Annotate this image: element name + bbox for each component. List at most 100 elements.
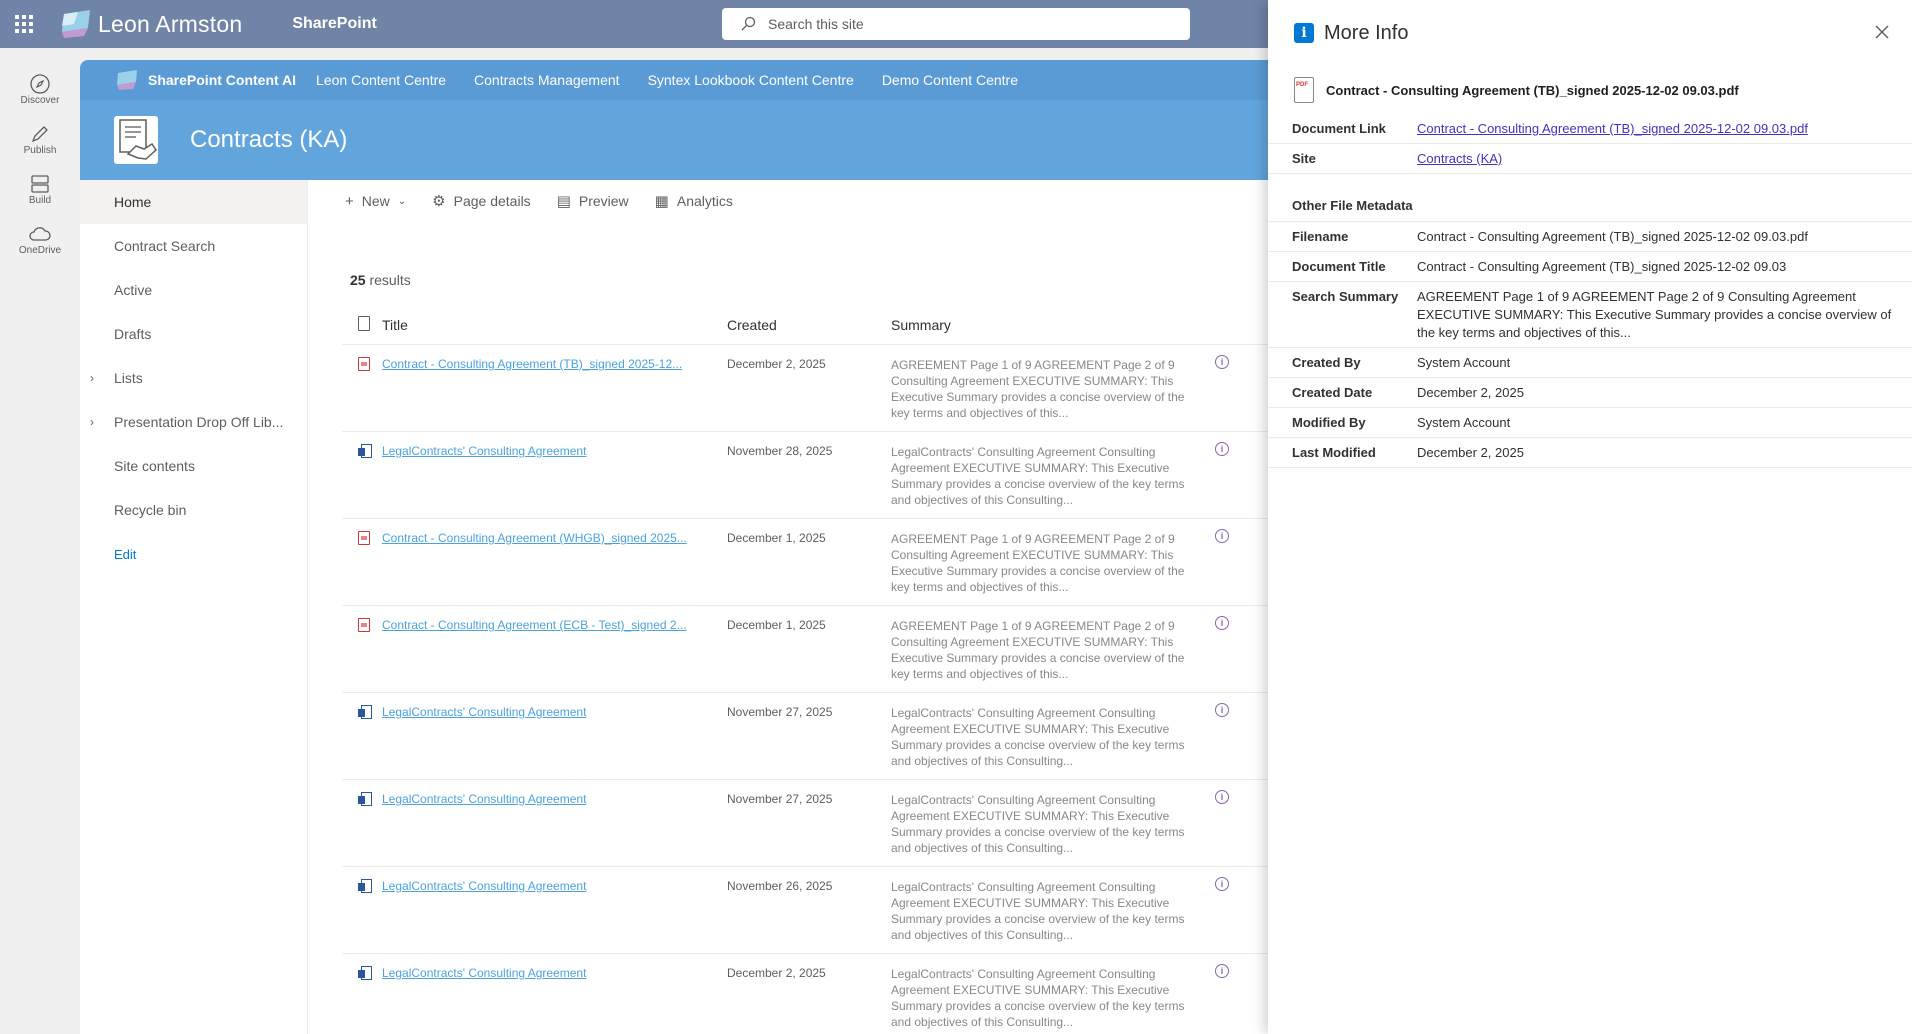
nav-item-label: Active: [114, 282, 153, 298]
nav-item-recycle-bin[interactable]: Recycle bin: [80, 488, 307, 532]
org-logo-icon[interactable]: [60, 10, 92, 38]
nav-item-lists[interactable]: › Lists: [80, 356, 307, 400]
org-name[interactable]: Leon Armston: [98, 11, 242, 38]
site-link[interactable]: Contracts (KA): [1417, 144, 1902, 173]
result-title-link[interactable]: LegalContracts' Consulting Agreement: [382, 444, 702, 458]
table-row[interactable]: Contract - Consulting Agreement (WHGB)_s…: [342, 519, 1342, 606]
contract-handshake-icon: [119, 119, 157, 160]
metadata-value: December 2, 2025: [1417, 445, 1524, 460]
nav-item-label: Recycle bin: [114, 502, 187, 518]
file-type-cell: [342, 606, 382, 692]
info-icon[interactable]: i: [1215, 964, 1229, 978]
panel-title: More Info: [1324, 21, 1409, 44]
table-row[interactable]: Contract - Consulting Agreement (ECB - T…: [342, 606, 1342, 693]
table-row[interactable]: Contract - Consulting Agreement (TB)_sig…: [342, 345, 1342, 432]
site-logo[interactable]: [114, 116, 158, 164]
close-button[interactable]: [1872, 22, 1892, 42]
hub-link-contracts-management[interactable]: Contracts Management: [474, 72, 620, 88]
result-title-link[interactable]: LegalContracts' Consulting Agreement: [382, 966, 702, 980]
appbar-onedrive[interactable]: OneDrive: [0, 214, 80, 264]
nav-edit-link[interactable]: Edit: [80, 532, 307, 576]
result-title-link[interactable]: LegalContracts' Consulting Agreement: [382, 792, 702, 806]
compass-icon: [30, 73, 50, 94]
nav-item-drafts[interactable]: Drafts: [80, 312, 307, 356]
result-title-link[interactable]: LegalContracts' Consulting Agreement: [382, 705, 702, 719]
nav-item-presentation-drop-off[interactable]: › Presentation Drop Off Lib...: [80, 400, 307, 444]
column-header-created[interactable]: Created: [727, 317, 891, 333]
hub-logo-icon[interactable]: [116, 70, 138, 90]
column-header-summary[interactable]: Summary: [891, 317, 1189, 333]
file-type-header[interactable]: [342, 315, 382, 334]
document-link[interactable]: Contract - Consulting Agreement (TB)_sig…: [1417, 114, 1902, 143]
nav-item-active[interactable]: Active: [80, 268, 307, 312]
appbar-discover[interactable]: Discover: [0, 64, 80, 114]
table-row[interactable]: LegalContracts' Consulting Agreement Nove…: [342, 780, 1342, 867]
analytics-button[interactable]: ▦ Analytics: [655, 192, 733, 210]
info-cell: i: [1189, 606, 1249, 692]
page-details-button[interactable]: ⚙ Page details: [432, 192, 531, 210]
summary-cell: AGREEMENT Page 1 of 9 AGREEMENT Page 2 o…: [891, 619, 1185, 681]
info-icon[interactable]: i: [1215, 529, 1229, 543]
plus-icon: +: [345, 192, 354, 210]
table-row[interactable]: LegalContracts' Consulting Agreement Nove…: [342, 432, 1342, 519]
appbar-build[interactable]: Build: [0, 164, 80, 214]
analytics-icon: ▦: [654, 193, 669, 210]
table-row[interactable]: LegalContracts' Consulting Agreement Nove…: [342, 693, 1342, 780]
table-row[interactable]: LegalContracts' Consulting Agreement Nove…: [342, 867, 1342, 954]
hub-link-leon-content-centre[interactable]: Leon Content Centre: [316, 72, 446, 88]
metadata-row: Search Summary AGREEMENT Page 1 of 9 AGRE…: [1268, 282, 1912, 348]
metadata-value: AGREEMENT Page 1 of 9 AGREEMENT Page 2 o…: [1417, 289, 1892, 340]
cloud-icon: [29, 226, 51, 241]
pdf-file-icon: [358, 531, 370, 545]
app-launcher-button[interactable]: [0, 0, 48, 48]
chevron-right-icon[interactable]: ›: [90, 415, 94, 429]
metadata-key: Document Title: [1292, 259, 1386, 274]
hub-link-demo-content-centre[interactable]: Demo Content Centre: [882, 72, 1018, 88]
chevron-right-icon[interactable]: ›: [90, 371, 94, 385]
info-icon[interactable]: i: [1215, 790, 1229, 804]
file-type-cell: [342, 693, 382, 779]
site-title[interactable]: Contracts (KA): [190, 126, 347, 154]
results-count-number: 25: [350, 272, 366, 288]
preview-icon: ▤: [556, 193, 571, 210]
nav-item-site-contents[interactable]: Site contents: [80, 444, 307, 488]
result-title-link[interactable]: Contract - Consulting Agreement (WHGB)_s…: [382, 531, 702, 545]
title-cell: Contract - Consulting Agreement (WHGB)_s…: [382, 519, 727, 605]
summary-cell: LegalContracts' Consulting Agreement Con…: [891, 967, 1185, 1029]
info-icon[interactable]: i: [1215, 442, 1229, 456]
table-row[interactable]: LegalContracts' Consulting Agreement Dece…: [342, 954, 1342, 1034]
info-cell: i: [1189, 954, 1249, 1034]
created-cell: December 2, 2025: [727, 966, 826, 980]
info-icon[interactable]: i: [1215, 616, 1229, 630]
metadata-value: December 2, 2025: [1417, 385, 1524, 400]
layout-icon: [31, 174, 49, 193]
info-icon: i: [1294, 23, 1314, 43]
info-icon[interactable]: i: [1215, 877, 1229, 891]
info-icon[interactable]: i: [1215, 703, 1229, 717]
pdf-file-icon: PDF: [1294, 77, 1314, 103]
app-name[interactable]: SharePoint: [292, 15, 376, 33]
created-cell: November 26, 2025: [727, 879, 833, 893]
appbar-publish[interactable]: Publish: [0, 114, 80, 164]
nav-item-label: Presentation Drop Off Lib...: [114, 414, 284, 430]
site-search-box[interactable]: [722, 8, 1190, 40]
nav-item-contract-search[interactable]: Contract Search: [80, 224, 307, 268]
gear-icon: ⚙: [432, 193, 446, 210]
hub-link-syntex-lookbook[interactable]: Syntex Lookbook Content Centre: [648, 72, 854, 88]
new-button[interactable]: + New ⌄: [345, 193, 406, 210]
result-title-link[interactable]: Contract - Consulting Agreement (ECB - T…: [382, 618, 702, 632]
result-title-link[interactable]: LegalContracts' Consulting Agreement: [382, 879, 702, 893]
metadata-row: Created Date December 2, 2025: [1268, 378, 1912, 408]
summary-cell: LegalContracts' Consulting Agreement Con…: [891, 706, 1185, 768]
search-input[interactable]: [768, 16, 1168, 32]
result-title-link[interactable]: Contract - Consulting Agreement (TB)_sig…: [382, 357, 702, 371]
appbar-label: OneDrive: [18, 244, 62, 256]
preview-button[interactable]: ▤ Preview: [557, 192, 629, 210]
nav-item-label: Home: [114, 194, 152, 210]
nav-item-home[interactable]: Home: [80, 180, 307, 224]
info-cell: i: [1189, 345, 1249, 431]
hub-brand-link[interactable]: SharePoint Content AI: [148, 72, 296, 88]
column-header-title[interactable]: Title: [382, 317, 727, 333]
summary-cell: AGREEMENT Page 1 of 9 AGREEMENT Page 2 o…: [891, 532, 1185, 594]
info-icon[interactable]: i: [1215, 355, 1229, 369]
